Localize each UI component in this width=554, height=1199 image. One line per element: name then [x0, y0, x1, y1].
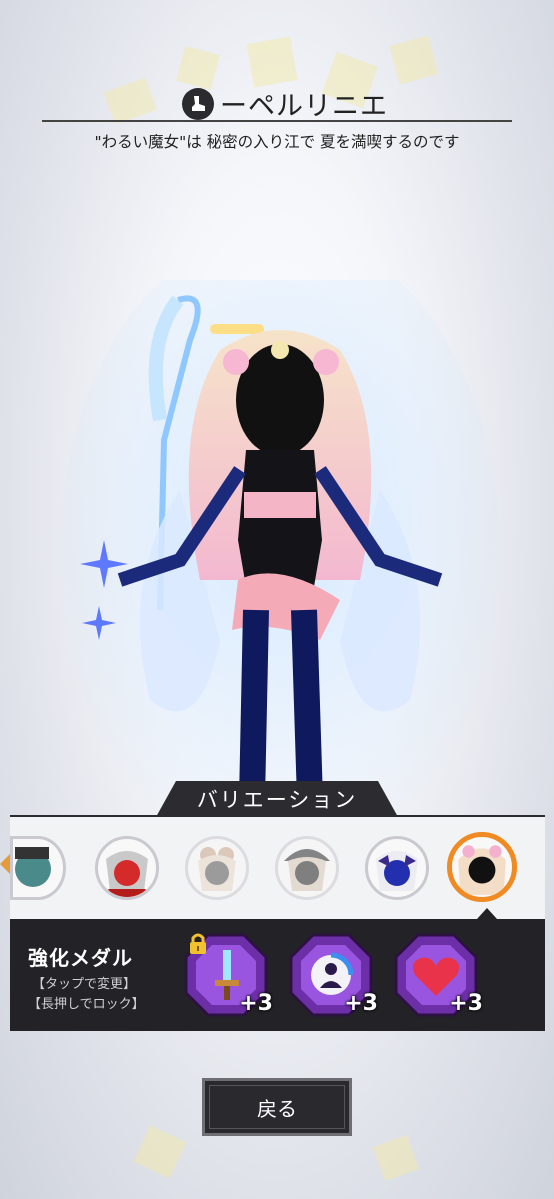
variation-avatar-2[interactable] [95, 836, 159, 900]
character-title: ーペルリニエ [220, 91, 388, 122]
variation-avatar-3[interactable] [185, 836, 249, 900]
boot-icon [182, 87, 214, 120]
back-button[interactable]: 戻る [202, 1078, 352, 1136]
medal-slot-2[interactable]: +3 [288, 932, 378, 1018]
variation-tab: バリエーション [156, 781, 398, 817]
medal-slot-3[interactable]: +3 [393, 932, 483, 1018]
medal-bonus-2: +3 [344, 991, 378, 1016]
medal-bonus-3: +3 [449, 991, 483, 1016]
title-row: ーペルリニエ [182, 84, 388, 123]
variation-avatar-1[interactable] [10, 836, 66, 900]
medal-label: 強化メダル [28, 946, 133, 970]
medal-hint-hold: 【長押しでロック】 [28, 997, 145, 1012]
medal-bonus-1: +3 [239, 991, 273, 1016]
medal-hint-tap: 【タップで変更】 [32, 977, 137, 992]
variation-avatar-5[interactable] [365, 836, 429, 900]
variation-avatar-4[interactable] [275, 836, 339, 900]
character-subtitle: "わるい魔女"は 秘密の入り江で 夏を満喫するのです [94, 133, 460, 151]
lock-icon [190, 933, 206, 954]
title-underline [42, 120, 512, 122]
variation-avatar-6[interactable] [447, 832, 517, 902]
selection-pointer [477, 908, 497, 919]
header: ーペルリニエ [42, 76, 512, 124]
